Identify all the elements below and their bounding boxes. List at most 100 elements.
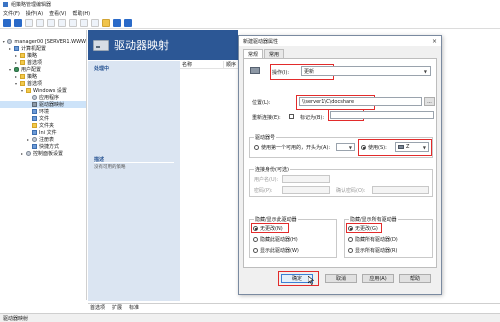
chevron-down-icon: ▼ (348, 144, 352, 150)
hide-all-option[interactable]: 隐藏所有驱动器(D) (348, 236, 398, 243)
tab-extended[interactable]: 扩展 (110, 304, 124, 311)
show-tree-icon[interactable] (36, 18, 44, 27)
menu-action[interactable]: 操作(A) (26, 10, 43, 17)
no-change-1-radio[interactable] (253, 226, 258, 231)
navigation-tree: ▾ manager00 [SERVER1.WWW ▸ 计算机配置 ▸ 策略 ▸ 首选项 ▾ 用户配… (0, 30, 87, 300)
tree-item-label: Ini 文件 (39, 130, 57, 136)
action-select[interactable]: 更新 ▼ (301, 66, 431, 76)
move-up-icon[interactable] (113, 18, 121, 27)
window-titlebar: 组策略管理编辑器 (0, 0, 500, 9)
collapse-icon[interactable]: ▾ (8, 67, 12, 72)
show-this-label: 显示此驱动器(W) (260, 248, 299, 254)
username-input[interactable] (282, 175, 330, 183)
forward-icon[interactable] (14, 18, 22, 27)
tab-preferences[interactable]: 首选项 (88, 304, 107, 311)
ok-label: 确定 (291, 276, 302, 282)
use-option[interactable]: 使用(S): (361, 144, 387, 151)
show-all-radio[interactable] (348, 248, 353, 253)
use-first-label: 使用第一个可用的，开头为(A): (261, 145, 331, 151)
tree-item[interactable]: Ini 文件 (0, 129, 86, 136)
expand-icon[interactable]: ▸ (20, 151, 24, 156)
refresh-icon[interactable] (58, 18, 66, 27)
location-input[interactable]: \\server1\C\docshare (299, 97, 422, 106)
tree-item[interactable]: 快捷方式 (0, 143, 86, 150)
reconnect-label: 重新连接(E): (252, 115, 281, 121)
back-icon[interactable] (3, 18, 11, 27)
drive-select[interactable]: Z ▼ (395, 142, 429, 152)
column-order[interactable]: 顺序 (224, 61, 236, 68)
connect-as-group-title: 连接身份(可选) (254, 166, 290, 173)
tree-item[interactable]: 环境 (0, 108, 86, 115)
tree-item[interactable]: ▸ 控制面板设置 (0, 150, 86, 157)
tree-item[interactable]: ▾ 用户配置 (0, 66, 86, 73)
tree-item[interactable]: 驱动器映射 (0, 101, 86, 108)
user-config-icon (14, 67, 19, 72)
use-radio[interactable] (361, 145, 366, 150)
cancel-button[interactable]: 取消 (325, 274, 357, 283)
help-icon[interactable] (80, 18, 88, 27)
first-drive-select[interactable]: ▼ (336, 143, 355, 151)
hide-this-option[interactable]: 隐藏此驱动器(H) (253, 236, 298, 243)
tree-item[interactable]: ▾ Windows 设置 (0, 87, 86, 94)
move-down-icon[interactable] (124, 18, 132, 27)
tree-item[interactable]: ▾ 首选项 (0, 80, 86, 87)
tree-item[interactable]: 文件 (0, 115, 86, 122)
tree-item-label: 文件 (39, 116, 50, 122)
expand-icon[interactable]: ▸ (8, 46, 12, 51)
view-icon[interactable] (91, 18, 99, 27)
collapse-icon[interactable]: ▾ (2, 39, 5, 44)
tree-item[interactable]: 文件夹 (0, 122, 86, 129)
status-bar: 驱动器映射 (0, 313, 500, 322)
tree-item-label: 文件夹 (39, 123, 55, 129)
tree-item-label: 首选项 (27, 81, 43, 87)
show-this-radio[interactable] (253, 248, 258, 253)
hide-this-radio[interactable] (253, 237, 258, 242)
registry-icon (32, 137, 37, 142)
collapse-icon[interactable]: ▾ (20, 88, 24, 93)
expand-icon[interactable]: ▸ (14, 60, 18, 65)
tree-item[interactable]: ▸ 策略 (0, 73, 86, 80)
column-name[interactable]: 名称 (180, 61, 224, 68)
tree-item[interactable]: ▸ 首选项 (0, 59, 86, 66)
close-icon[interactable]: × (432, 38, 437, 45)
label-as-input[interactable] (330, 111, 434, 119)
menu-help[interactable]: 帮助(H) (72, 10, 90, 17)
action-label: 操作(I): (272, 70, 290, 76)
export-icon[interactable] (69, 18, 77, 27)
expand-icon[interactable]: ▸ (26, 137, 30, 142)
reconnect-checkbox[interactable] (289, 114, 294, 119)
use-label: 使用(S): (368, 145, 387, 151)
no-change-2-radio[interactable] (348, 226, 353, 231)
use-first-option[interactable]: 使用第一个可用的，开头为(A): (254, 144, 330, 151)
tree-item[interactable]: ▸ 注册表 (0, 136, 86, 143)
show-all-label: 显示所有驱动器(R) (355, 248, 398, 254)
up-folder-icon[interactable] (25, 18, 33, 27)
collapse-icon[interactable]: ▾ (14, 81, 18, 86)
properties-icon[interactable] (47, 18, 55, 27)
expand-icon[interactable]: ▸ (14, 53, 18, 58)
browse-button[interactable]: ... (424, 97, 435, 106)
tree-item[interactable]: ▸ 策略 (0, 52, 86, 59)
password-input[interactable] (282, 186, 330, 194)
tab-standard[interactable]: 标准 (127, 304, 141, 311)
menu-file[interactable]: 文件(F) (3, 10, 20, 17)
tree-item-label: 控制面板设置 (33, 151, 64, 157)
tree-item[interactable]: ▸ 计算机配置 (0, 45, 86, 52)
show-all-option[interactable]: 显示所有驱动器(R) (348, 247, 397, 254)
hide-all-radio[interactable] (348, 237, 353, 242)
warning-icon[interactable] (102, 18, 110, 27)
tree-item[interactable]: 应用程序 (0, 94, 86, 101)
tree-item[interactable]: ▾ manager00 [SERVER1.WWW (0, 38, 86, 45)
apply-button[interactable]: 应用(A) (362, 274, 394, 283)
use-first-radio[interactable] (254, 145, 259, 150)
no-change-1-option[interactable]: 无更改(N) (253, 225, 283, 232)
no-change-2-option[interactable]: 无更改(G) (348, 225, 378, 232)
processing-section-title: 处理中 (94, 66, 110, 72)
expand-icon[interactable]: ▸ (14, 74, 18, 79)
menu-view[interactable]: 查看(V) (49, 10, 66, 17)
folder-icon (20, 53, 25, 58)
show-this-option[interactable]: 显示此驱动器(W) (253, 247, 299, 254)
drive-value: Z (406, 144, 410, 150)
help-button[interactable]: 帮助 (399, 274, 431, 283)
confirm-password-input[interactable] (372, 186, 429, 194)
